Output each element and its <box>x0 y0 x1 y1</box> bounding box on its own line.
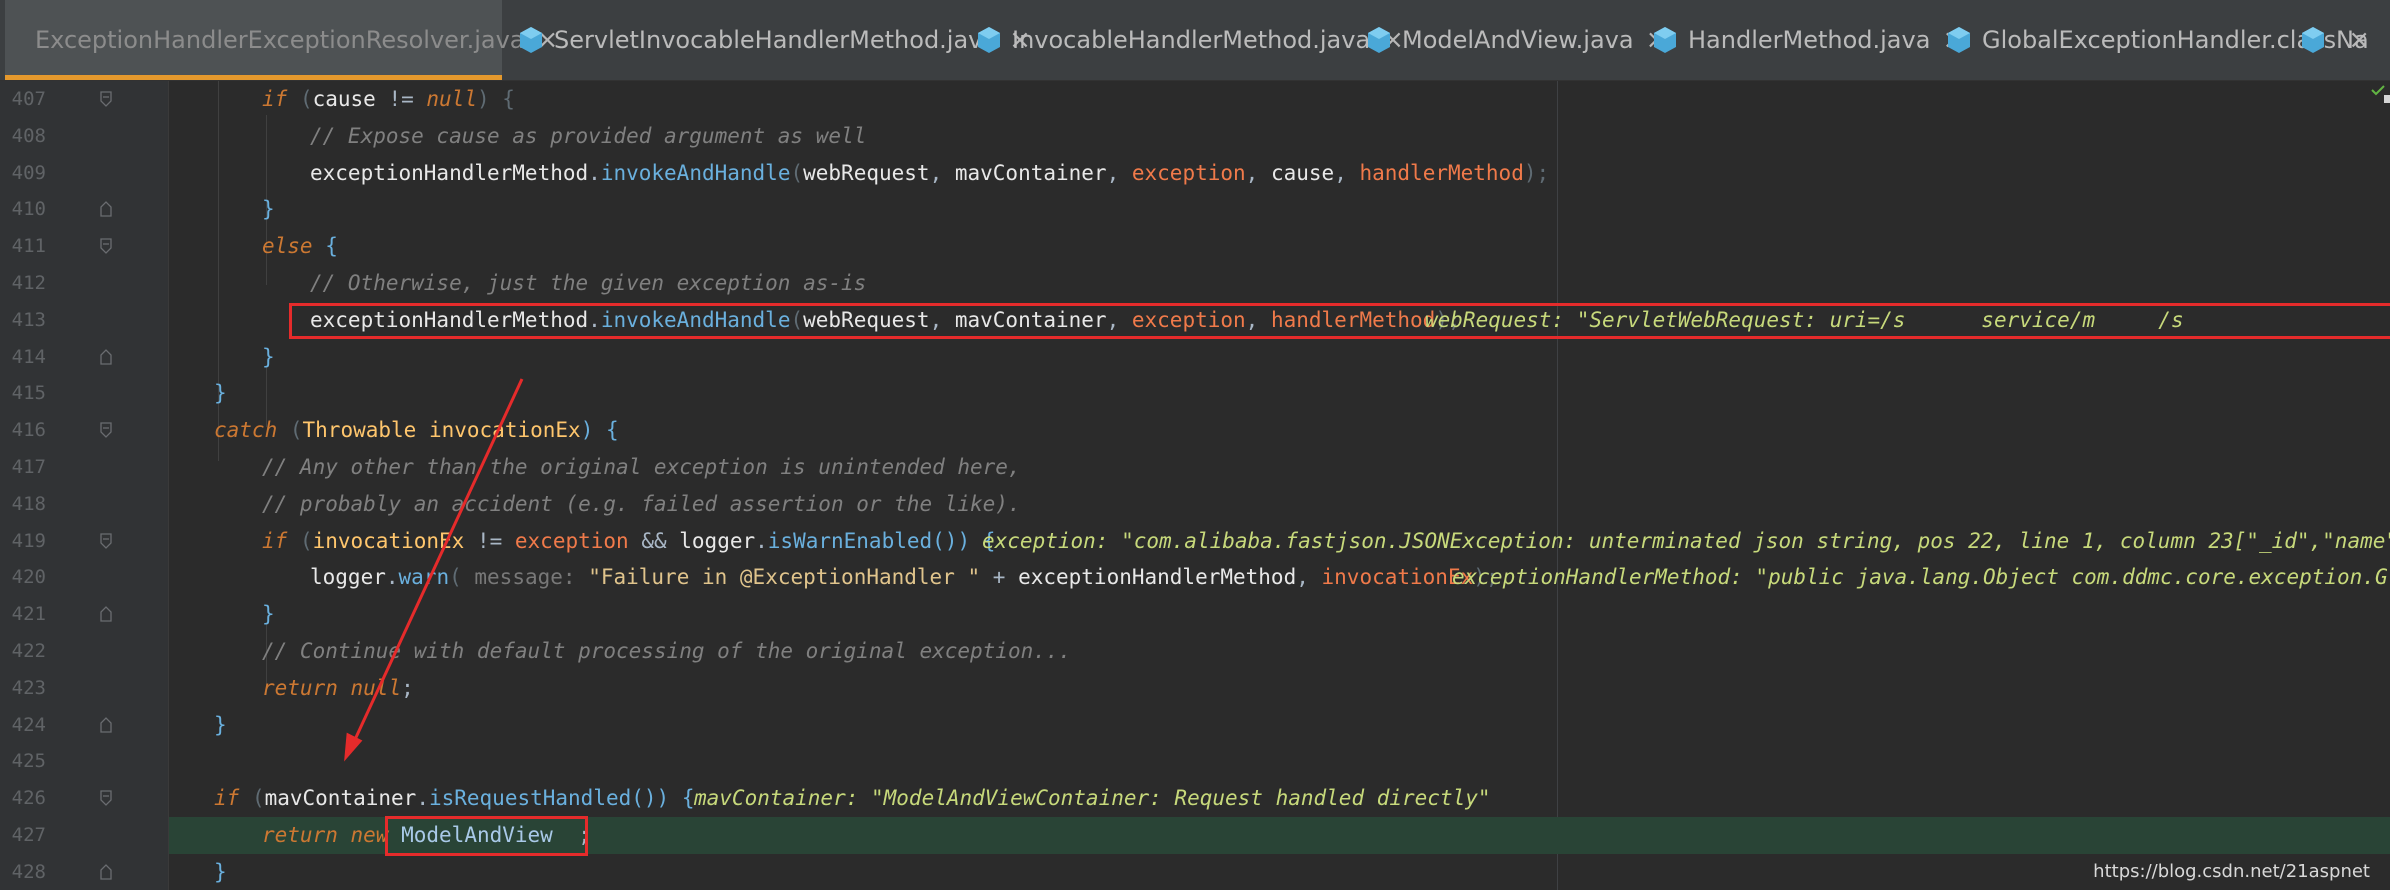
annotation-arrow <box>344 378 524 762</box>
tab-label: ModelAndView.java <box>1402 26 1634 54</box>
java-class-icon <box>2302 27 2324 53</box>
tab-exception-handler-exception-resolver[interactable]: ExceptionHandlerExceptionResolver.java × <box>5 0 558 80</box>
tab-label: ExceptionHandlerExceptionResolver.java <box>35 26 525 54</box>
active-tab-underline <box>5 75 502 80</box>
tab-handler-method[interactable]: HandlerMethod.java × <box>1652 0 1964 80</box>
tab-model-and-view[interactable]: ModelAndView.java × <box>1366 0 1667 80</box>
watermark-url: https://blog.csdn.net/21aspnet <box>2093 861 2370 882</box>
java-class-icon <box>520 27 542 53</box>
tab-label: HandlerMethod.java <box>1688 26 1931 54</box>
java-class-icon <box>1948 27 1970 53</box>
tab-label: Na <box>2336 26 2369 54</box>
tab-label: InvocableHandlerMethod.java <box>1012 26 1371 54</box>
tab-servlet-invocable-handler-method[interactable]: ServletInvocableHandlerMethod.java × <box>518 0 1031 80</box>
java-class-icon <box>1368 27 1390 53</box>
code-editor[interactable]: 407 if (cause != null) { 408 // Expose c… <box>0 81 2390 890</box>
tab-label: GlobalExceptionHandler.class <box>1982 26 2337 54</box>
java-class-icon <box>978 27 1000 53</box>
tab-truncated[interactable]: Na <box>2300 0 2369 80</box>
java-class-icon <box>1654 27 1676 53</box>
tab-invocable-handler-method[interactable]: InvocableHandlerMethod.java × <box>976 0 1404 80</box>
editor-tab-bar: ExceptionHandlerExceptionResolver.java ×… <box>0 0 2390 81</box>
tab-label: ServletInvocableHandlerMethod.java <box>554 26 998 54</box>
